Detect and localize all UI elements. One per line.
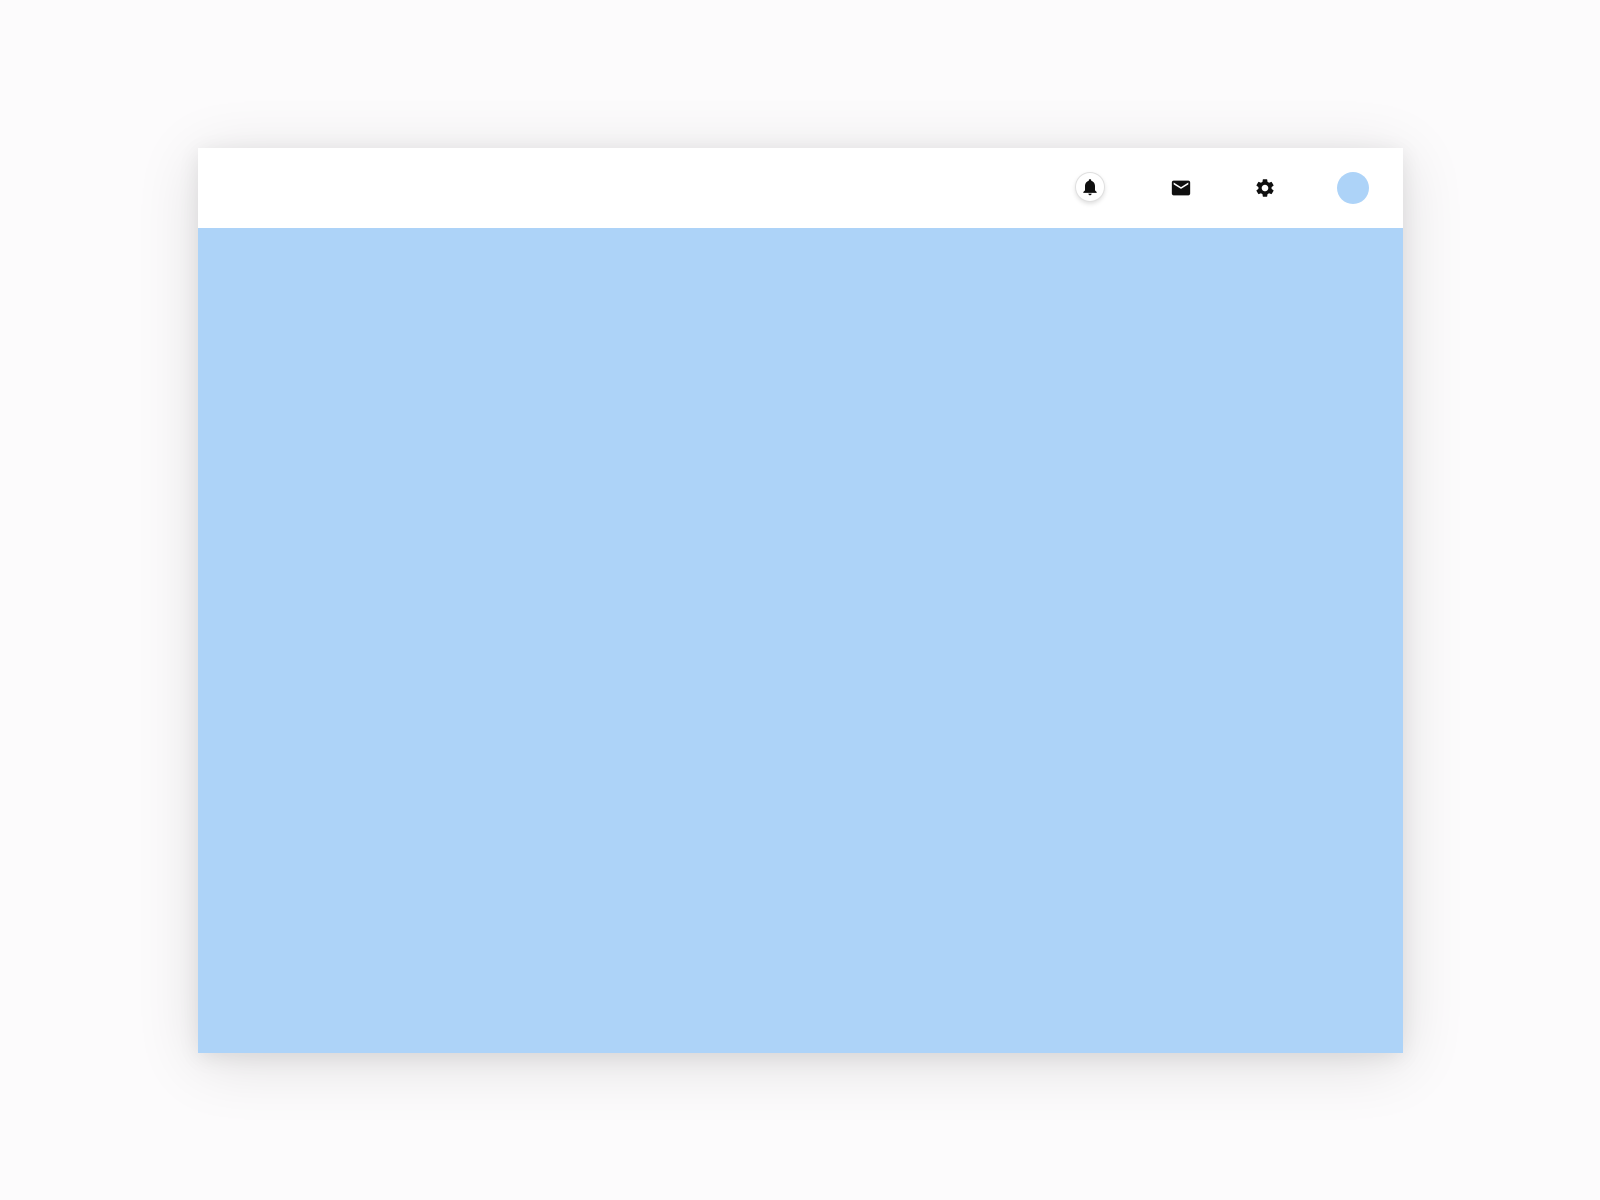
header-controls bbox=[1085, 172, 1369, 204]
app-header bbox=[198, 148, 1403, 228]
notifications-pill bbox=[1075, 172, 1105, 202]
mail-button[interactable] bbox=[1169, 176, 1193, 200]
app-content bbox=[198, 228, 1403, 1053]
settings-button[interactable] bbox=[1253, 176, 1277, 200]
avatar[interactable] bbox=[1337, 172, 1369, 204]
gear-icon bbox=[1254, 177, 1276, 199]
notifications-button[interactable] bbox=[1085, 176, 1109, 200]
mail-icon bbox=[1170, 177, 1192, 199]
bell-icon bbox=[1080, 177, 1100, 197]
app-window bbox=[198, 148, 1403, 1053]
